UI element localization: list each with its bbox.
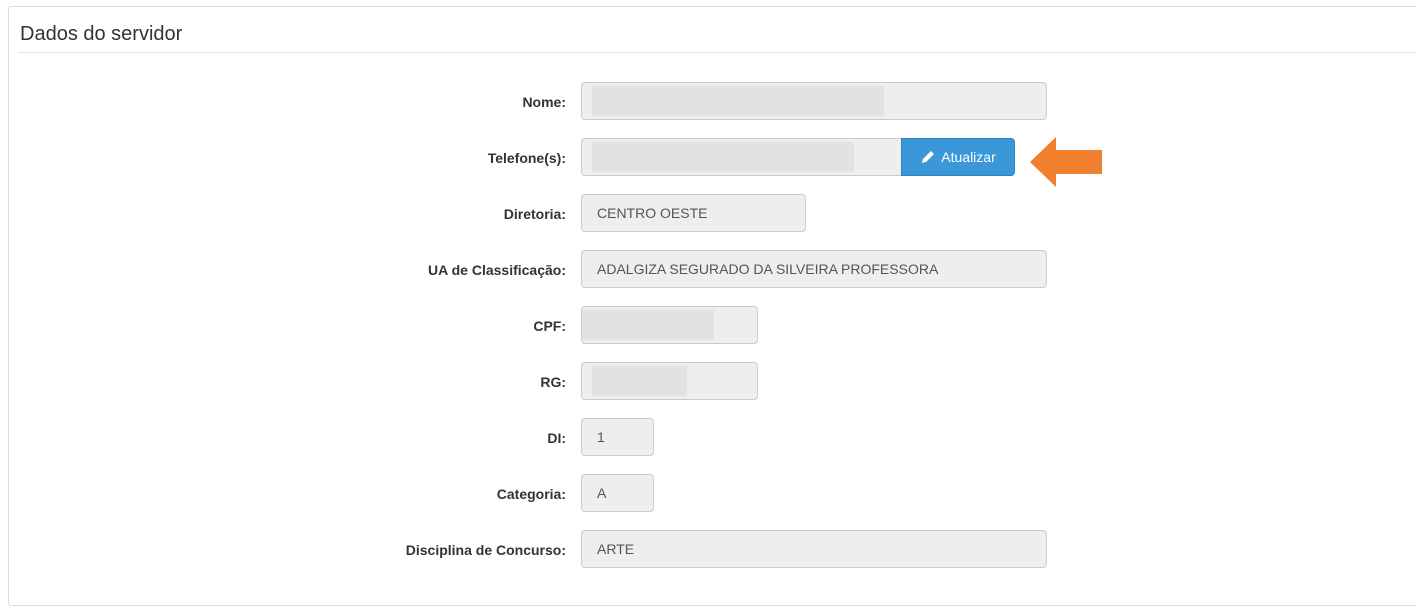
row-disciplina: Disciplina de Concurso: ARTE [0, 530, 1416, 570]
diretoria-field: CENTRO OESTE [581, 194, 806, 232]
row-telefone: Telefone(s): Atualizar [0, 138, 1416, 178]
row-diretoria: Diretoria: CENTRO OESTE [0, 194, 1416, 234]
redacted-value [592, 86, 884, 116]
atualizar-button-label: Atualizar [941, 149, 996, 165]
cpf-field [581, 306, 758, 344]
row-cpf: CPF: [0, 306, 1416, 346]
row-rg: RG: [0, 362, 1416, 402]
row-categoria: Categoria: A [0, 474, 1416, 514]
disciplina-label: Disciplina de Concurso: [405, 542, 566, 558]
panel-divider [18, 52, 1416, 53]
categoria-field: A [581, 474, 654, 512]
diretoria-label: Diretoria: [503, 206, 566, 222]
redacted-value [582, 310, 714, 340]
nome-label: Nome: [522, 94, 566, 110]
nome-field [581, 82, 1047, 120]
pencil-icon [922, 151, 935, 163]
di-label: DI: [547, 430, 566, 446]
disciplina-field: ARTE [581, 530, 1047, 568]
cpf-label: CPF: [533, 318, 566, 334]
atualizar-button[interactable]: Atualizar [901, 138, 1015, 176]
row-nome: Nome: [0, 82, 1416, 122]
categoria-label: Categoria: [496, 486, 566, 502]
redacted-value [592, 366, 687, 396]
ua-field: ADALGIZA SEGURADO DA SILVEIRA PROFESSORA [581, 250, 1047, 288]
rg-label: RG: [540, 374, 566, 390]
row-ua: UA de Classificação: ADALGIZA SEGURADO D… [0, 250, 1416, 290]
di-field: 1 [581, 418, 654, 456]
orange-arrow-icon [1030, 137, 1102, 187]
ua-label: UA de Classificação: [428, 262, 566, 278]
row-di: DI: 1 [0, 418, 1416, 458]
redacted-value [592, 142, 854, 172]
panel-title: Dados do servidor [20, 23, 183, 45]
telefone-field [581, 138, 902, 176]
rg-field [581, 362, 758, 400]
telefone-label: Telefone(s): [487, 150, 566, 166]
